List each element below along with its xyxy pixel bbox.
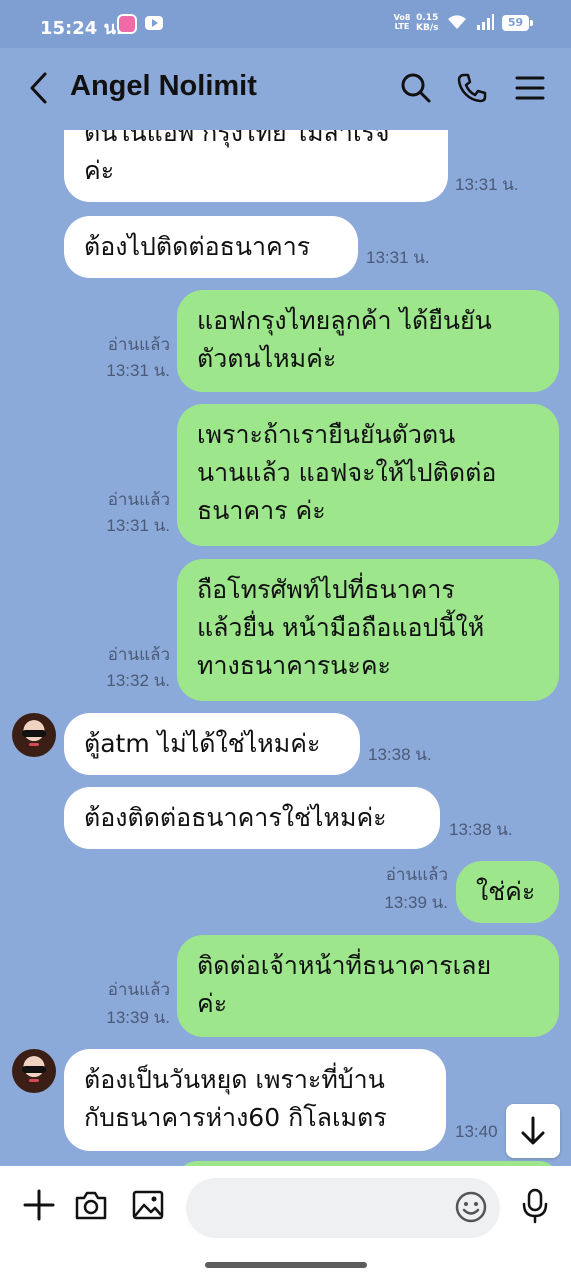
chat-message-list[interactable]: ต้นในแอพ กรุงไทย ไม่สำเร็จ ค่ะ 13:31 น. … [0,130,571,1166]
youtube-notification-icon [145,16,163,30]
scroll-to-bottom-button[interactable] [506,1104,560,1158]
camera-icon[interactable] [74,1188,108,1222]
message-text: ใช่ค่ะ [476,877,536,906]
message-composer [0,1166,571,1280]
emoji-icon[interactable] [454,1190,488,1224]
message-text-line: ธนาคาร ค่ะ [197,496,326,525]
message-text-line: ถือโทรศัพท์ไปที่ธนาคาร [197,575,455,604]
message-text: ต้องไปติดต่อธนาคาร [84,232,311,261]
app-notification-icon [117,14,137,34]
message-time: 13:40 [455,1122,498,1141]
message-time: 13:31 น. [366,248,430,267]
message-text-line: ติดต่อเจ้าหน้าที่ธนาคารเลย [197,951,492,980]
message-text-line: ตัวตนไหมค่ะ [197,344,337,373]
message-input[interactable] [186,1178,500,1238]
incoming-message-bubble[interactable]: ต้นในแอพ กรุงไทย ไม่สำเร็จ ค่ะ [64,130,448,202]
contact-avatar[interactable] [12,713,56,757]
contact-avatar[interactable] [12,1049,56,1093]
read-receipt: อ่านแล้ว [107,490,170,509]
search-icon[interactable] [400,72,432,104]
message-time: 13:32 น. [106,671,170,690]
message-time: 13:31 น. [106,516,170,535]
message-text-line: ค่ะ [197,989,228,1018]
chat-title: Angel Nolimit [70,70,257,102]
read-receipt: อ่านแล้ว [107,335,170,354]
message-text: ต้องติดต่อธนาคารใช่ไหมค่ะ [84,803,387,832]
message-time: 13:38 น. [368,745,432,764]
read-receipt: อ่านแล้ว [107,645,170,664]
phone-icon[interactable] [456,72,488,104]
menu-icon[interactable] [514,72,546,104]
message-text-line: กับธนาคารห่าง60 กิโลเมตร [84,1103,387,1132]
incoming-message-bubble[interactable]: ต้องไปติดต่อธนาคาร [64,216,358,278]
network-speed: 0.15 KB/s [416,13,438,33]
chat-header: Angel Nolimit [0,48,571,130]
home-indicator[interactable] [205,1262,367,1268]
read-receipt: อ่านแล้ว [385,865,448,884]
message-time: 13:31 น. [455,175,519,194]
outgoing-message-bubble[interactable]: ใช่ค่ะ [456,861,559,923]
message-time: 13:38 น. [449,820,513,839]
outgoing-message-bubble[interactable]: ถือโทรศัพท์ไปที่ธนาคาร แล้วยื่น หน้ามือถ… [177,559,559,701]
wifi-icon [448,15,466,29]
outgoing-message-bubble[interactable]: เพราะถ้าเรายืนยันตัวตน นานแล้ว แอฟจะให้ไ… [177,404,559,546]
status-time: 15:24 น. [40,18,123,39]
message-text-line: ค่ะ [84,156,115,185]
message-time: 13:39 น. [384,893,448,912]
message-text-line: ต้องเป็นวันหยุด เพราะที่บ้าน [84,1065,385,1094]
message-text-line: แล้วยื่น หน้ามือถือแอปนี้ให้ [197,613,485,642]
network-speed-unit: KB/s [416,23,439,33]
status-bar: 15:24 น. Vo8 LTE 0.15 KB/s 59 [0,0,571,48]
network-speed-value: 0.15 [416,13,439,23]
incoming-message-bubble[interactable]: ต้องติดต่อธนาคารใช่ไหมค่ะ [64,787,440,849]
volte-label: Vo8 LTE [393,13,411,31]
incoming-message-bubble[interactable]: ตู้atm ไม่ได้ใช่ไหมค่ะ [64,713,360,775]
plus-icon[interactable] [22,1188,56,1222]
back-arrow-icon[interactable] [26,70,52,106]
microphone-icon[interactable] [520,1188,550,1224]
message-text-line: เพราะถ้าเรายืนยันตัวตน [197,420,456,449]
image-gallery-icon[interactable] [131,1188,165,1222]
battery-icon: 59 [502,15,533,31]
message-text-line: แอฟกรุงไทยลูกค้า ได้ยืนยัน [197,306,492,335]
message-text-line: นานแล้ว แอฟจะให้ไปติดต่อ [197,458,497,487]
message-text-line: ทางธนาคารนะคะ [197,651,391,680]
outgoing-message-bubble[interactable]: แอฟกรุงไทยลูกค้า ได้ยืนยัน ตัวตนไหมค่ะ [177,290,559,392]
message-text: ตู้atm ไม่ได้ใช่ไหมค่ะ [84,729,321,758]
signal-icon [477,14,494,30]
message-text-line: ต้นในแอพ กรุงไทย ไม่สำเร็จ [84,130,390,147]
incoming-message-bubble[interactable]: ต้องเป็นวันหยุด เพราะที่บ้าน กับธนาคารห่… [64,1049,446,1151]
outgoing-message-bubble[interactable]: ติดต่อเจ้าหน้าที่ธนาคารเลย ค่ะ [177,935,559,1037]
message-time: 13:31 น. [106,361,170,380]
message-time: 13:39 น. [106,1008,170,1027]
read-receipt: อ่านแล้ว [107,980,170,999]
